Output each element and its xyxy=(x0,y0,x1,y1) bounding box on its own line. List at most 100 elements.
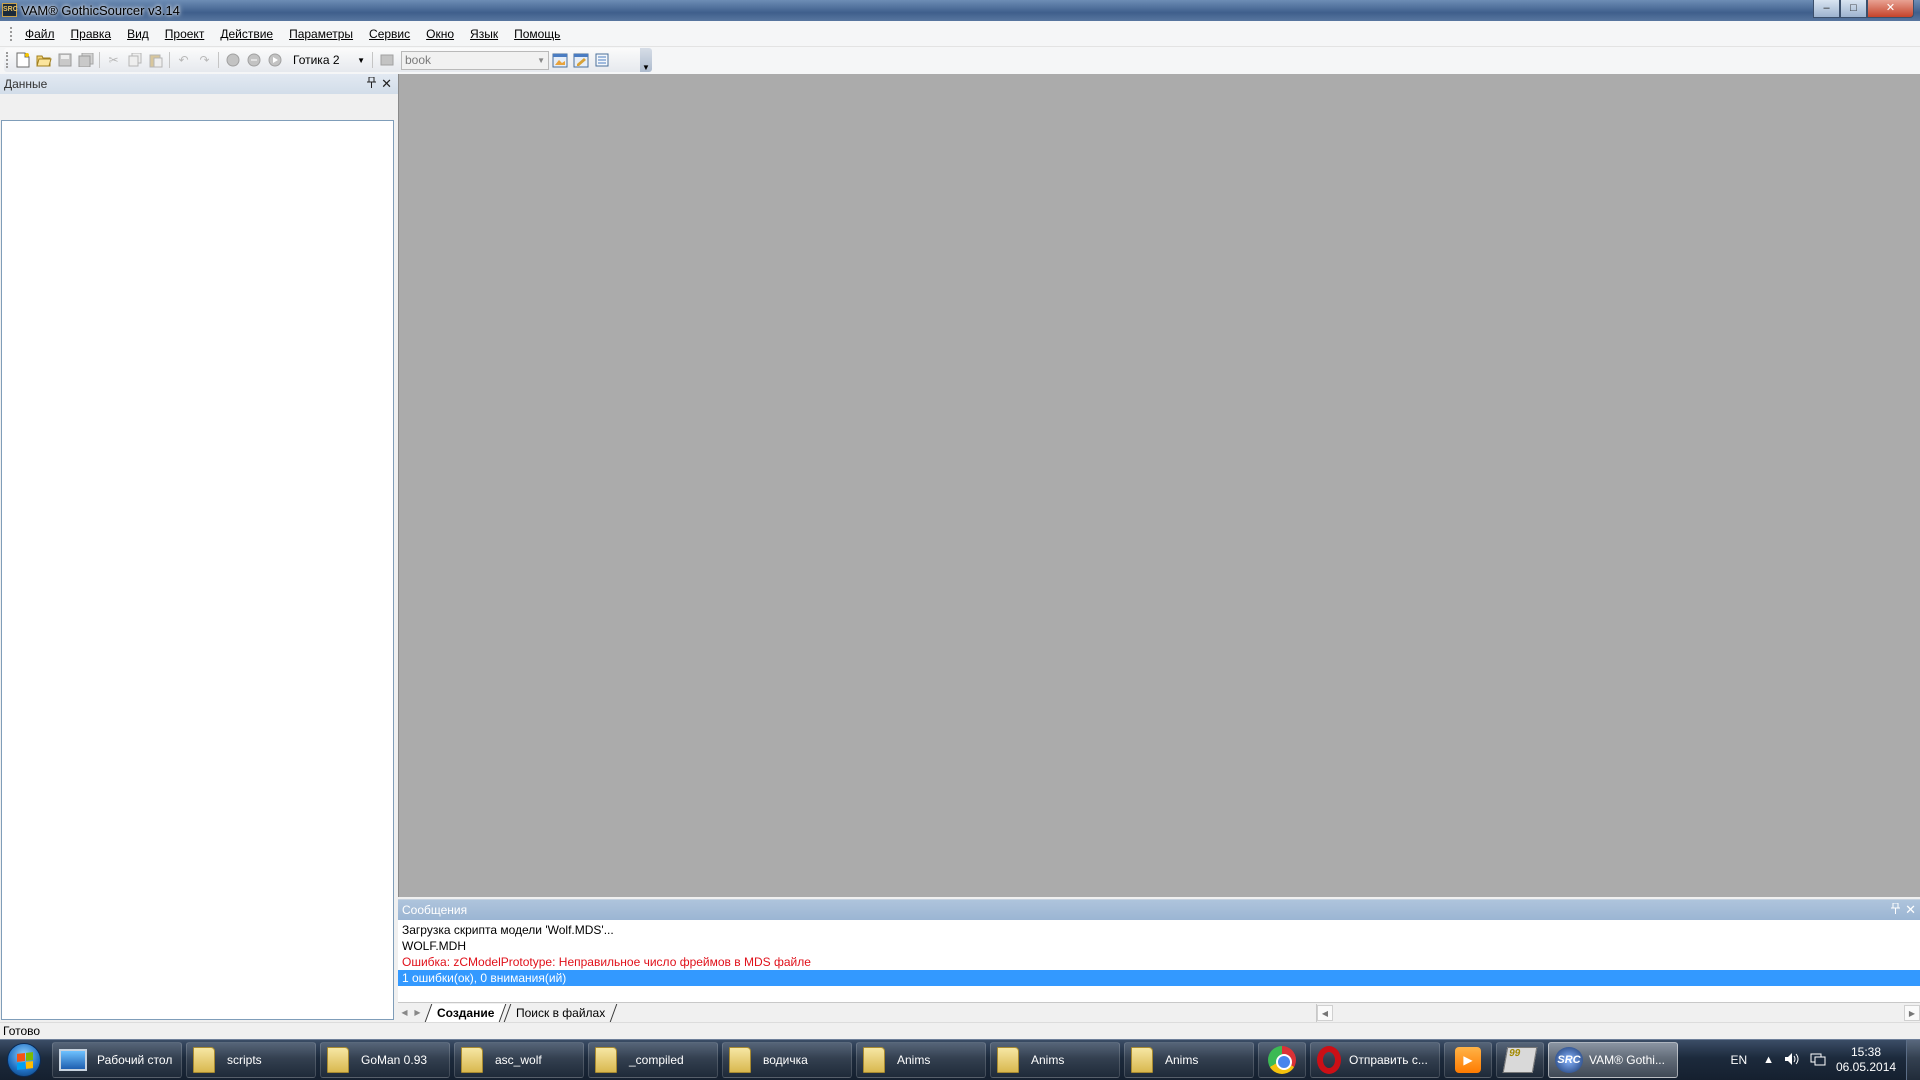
clock[interactable]: 15:38 06.05.2014 xyxy=(1836,1045,1896,1075)
messages-panel-title: Сообщения xyxy=(402,903,468,917)
scroll-left-icon[interactable]: ◀ xyxy=(1317,1005,1333,1021)
start-button[interactable] xyxy=(0,1040,48,1080)
taskbar-item-folder[interactable]: водичка xyxy=(722,1042,852,1078)
desktop-icon xyxy=(59,1049,87,1071)
menu-bar: Файл Правка Вид Проект Действие Параметр… xyxy=(0,21,1920,47)
chrome-icon xyxy=(1268,1046,1296,1074)
menu-window[interactable]: Окно xyxy=(418,27,462,41)
menu-edit[interactable]: Правка xyxy=(63,27,120,41)
minimize-button[interactable]: – xyxy=(1813,0,1840,18)
paste-icon[interactable] xyxy=(145,50,166,70)
taskbar-item-desktop[interactable]: Рабочий стол xyxy=(52,1042,182,1078)
clock-date: 06.05.2014 xyxy=(1836,1060,1897,1074)
maximize-button[interactable]: □ xyxy=(1840,0,1867,18)
build-icon[interactable] xyxy=(243,50,264,70)
taskbar-item-opera[interactable]: Отправить с... xyxy=(1310,1042,1440,1078)
compile-icon[interactable] xyxy=(222,50,243,70)
message-list[interactable]: Загрузка скрипта модели 'Wolf.MDS'... WO… xyxy=(398,920,1920,986)
menu-view[interactable]: Вид xyxy=(119,27,157,41)
tab-scroll-right-icon[interactable]: ▶ xyxy=(411,1005,424,1021)
language-indicator[interactable]: EN xyxy=(1730,1053,1747,1067)
chevron-down-icon: ▼ xyxy=(357,55,365,65)
taskbar-item-chrome[interactable] xyxy=(1258,1042,1306,1078)
book-icon[interactable] xyxy=(376,50,397,70)
close-icon[interactable]: ✕ xyxy=(381,76,392,92)
window-controls: – □ ✕ xyxy=(1813,0,1914,18)
app-icon: SRC xyxy=(2,3,18,17)
scroll-right-icon[interactable]: ▶ xyxy=(1904,1005,1920,1021)
taskbar-item-media-player[interactable]: ▶ xyxy=(1444,1042,1492,1078)
toolbar-separator xyxy=(99,52,100,68)
taskbar-item-folder[interactable]: Anims xyxy=(990,1042,1120,1078)
data-panel-header[interactable]: Данные ✕ xyxy=(0,74,398,94)
messages-panel-header[interactable]: Сообщения ✕ xyxy=(398,900,1920,920)
toolbar-separator xyxy=(169,52,170,68)
taskbar-item-folder[interactable]: Anims xyxy=(856,1042,986,1078)
title-bar[interactable]: SRC VAM® GothicSourcer v3.14 – □ ✕ xyxy=(0,0,1920,21)
menu-language[interactable]: Язык xyxy=(462,27,506,41)
message-line-error[interactable]: Ошибка: zCModelPrototype: Неправильное ч… xyxy=(398,954,1920,970)
taskbar-item-folder[interactable]: scripts xyxy=(186,1042,316,1078)
tab-scroll-left-icon[interactable]: ◀ xyxy=(398,1005,411,1021)
message-line-summary[interactable]: 1 ошибки(ок), 0 внимания(ий) xyxy=(398,970,1920,986)
close-icon[interactable]: ✕ xyxy=(1905,902,1916,918)
copy-icon[interactable] xyxy=(124,50,145,70)
taskbar-item-gothicsourcer[interactable]: SRC VAM® Gothi... xyxy=(1548,1042,1678,1078)
pin-icon[interactable] xyxy=(1891,902,1900,917)
taskbar-item-folder[interactable]: asc_wolf xyxy=(454,1042,584,1078)
undo-icon[interactable]: ↶ xyxy=(173,50,194,70)
tab-build[interactable]: Создание xyxy=(424,1003,507,1022)
volume-icon[interactable] xyxy=(1784,1052,1800,1069)
cut-icon[interactable]: ✂ xyxy=(103,50,124,70)
edit-model-icon[interactable] xyxy=(570,50,591,70)
save-all-icon[interactable] xyxy=(75,50,96,70)
mdi-workspace[interactable] xyxy=(398,74,1920,897)
horizontal-scrollbar[interactable]: ◀ ▶ xyxy=(1316,1004,1920,1022)
pin-icon[interactable] xyxy=(367,76,376,91)
standard-toolbar: ✂ ↶ ↷ Готика 2 ▼ book ▼ ▼ xyxy=(4,48,652,72)
taskbar-item-folder[interactable]: Anims xyxy=(1124,1042,1254,1078)
message-line[interactable]: WOLF.MDH xyxy=(398,938,1920,954)
media-player-icon: ▶ xyxy=(1455,1047,1481,1073)
properties-icon[interactable] xyxy=(591,50,612,70)
status-bar: Готово xyxy=(0,1022,1920,1039)
tray-expand-icon[interactable]: ▲ xyxy=(1763,1054,1774,1066)
menu-action[interactable]: Действие xyxy=(212,27,281,41)
show-desktop-button[interactable] xyxy=(1906,1040,1920,1080)
menu-service[interactable]: Сервис xyxy=(361,27,418,41)
tab-find-in-files[interactable]: Поиск в файлах xyxy=(504,1003,618,1022)
book-combo[interactable]: book ▼ xyxy=(401,50,549,70)
toolbar-grip[interactable] xyxy=(6,52,9,68)
data-panel: Данные ✕ xyxy=(0,74,398,1022)
taskbar-item-folder[interactable]: GoMan 0.93 xyxy=(320,1042,450,1078)
taskbar-item-label: Отправить с... xyxy=(1349,1053,1428,1067)
menubar-grip[interactable] xyxy=(10,26,13,41)
open-folder-icon[interactable] xyxy=(33,50,54,70)
folder-icon xyxy=(729,1047,751,1073)
message-line[interactable]: Загрузка скрипта модели 'Wolf.MDS'... xyxy=(398,922,1920,938)
toolbar-overflow-button[interactable]: ▼ xyxy=(640,48,652,72)
toolbar-separator xyxy=(218,52,219,68)
new-file-icon[interactable] xyxy=(12,50,33,70)
folder-icon xyxy=(327,1047,349,1073)
data-tree-view[interactable] xyxy=(1,120,394,1020)
taskbar-item-notes[interactable]: 99 xyxy=(1496,1042,1544,1078)
game-version-select[interactable]: Готика 2 ▼ xyxy=(289,51,369,69)
taskbar-item-label: Anims xyxy=(1165,1053,1199,1067)
menu-file[interactable]: Файл xyxy=(17,27,63,41)
menu-project[interactable]: Проект xyxy=(157,27,213,41)
gothicsourcer-icon: SRC xyxy=(1555,1047,1583,1073)
taskbar-item-label: Anims xyxy=(1031,1053,1065,1067)
redo-icon[interactable]: ↷ xyxy=(194,50,215,70)
taskbar-item-label: VAM® Gothi... xyxy=(1589,1053,1665,1067)
taskbar-item-folder[interactable]: _compiled xyxy=(588,1042,718,1078)
messages-tabs: ◀ ▶ Создание Поиск в файлах ◀ ▶ xyxy=(398,1002,1920,1022)
open-model-icon[interactable] xyxy=(549,50,570,70)
taskbar-item-label: Рабочий стол xyxy=(97,1053,173,1067)
close-button[interactable]: ✕ xyxy=(1867,0,1914,18)
run-icon[interactable] xyxy=(264,50,285,70)
network-icon[interactable] xyxy=(1810,1052,1826,1069)
menu-parameters[interactable]: Параметры xyxy=(281,27,361,41)
save-icon[interactable] xyxy=(54,50,75,70)
menu-help[interactable]: Помощь xyxy=(506,27,568,41)
